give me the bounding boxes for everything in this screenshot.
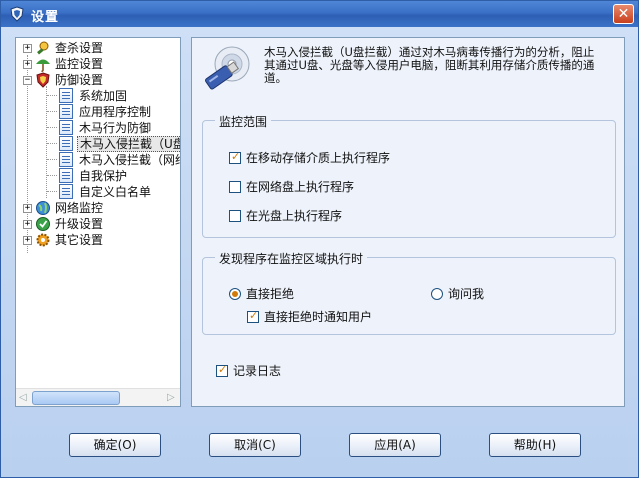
app-shield-icon — [10, 6, 24, 22]
group-title: 监控范围 — [215, 113, 272, 130]
settings-tree-panel: + 查杀设置 + 监控设置 − 防御设置 系统加固 应用程序控制 木马行为防御 … — [15, 37, 181, 407]
document-icon — [59, 104, 75, 120]
document-icon — [59, 152, 75, 168]
checkbox-checked[interactable] — [247, 309, 259, 323]
group-title: 发现程序在监控区域执行时 — [215, 250, 368, 267]
document-icon — [59, 168, 75, 184]
settings-window: 设置 ✕ + 查杀设置 + 监控设置 − 防御设置 系统加固 应用程序控制 木马… — [0, 0, 639, 478]
title-bar[interactable]: 设置 ✕ — [1, 1, 638, 27]
document-icon — [59, 136, 75, 152]
monitor-scope-group: 监控范围 在移动存储介质上执行程序 在网络盘上执行程序 在光盘上执行程序 — [202, 113, 616, 238]
tree-node-label: 查杀设置 — [55, 41, 104, 55]
tree-item-label: 木马入侵拦截（网络 — [79, 153, 180, 167]
tree-node-label: 其它设置 — [55, 233, 104, 247]
tree-item-label: 应用程序控制 — [79, 105, 152, 119]
tree-item-label: 系统加固 — [79, 89, 128, 103]
document-icon — [59, 120, 75, 136]
network-globe-icon — [36, 201, 50, 215]
search-virus-icon — [37, 41, 49, 55]
document-icon — [59, 184, 75, 200]
checkbox-label: 直接拒绝时通知用户 — [264, 310, 373, 324]
monitor-umbrella-icon — [36, 59, 50, 72]
settings-content-panel: 木马入侵拦截（U盘拦截）通过对木马病毒传播行为的分析，阻止其通过U盘、光盘等入侵… — [191, 37, 625, 407]
document-icon — [59, 88, 75, 104]
feature-description: 木马入侵拦截（U盘拦截）通过对木马病毒传播行为的分析，阻止其通过U盘、光盘等入侵… — [264, 45, 595, 85]
tree-item-label: 木马入侵拦截（U盘 — [77, 136, 180, 152]
checkbox-label: 记录日志 — [233, 364, 282, 378]
gear-icon — [36, 233, 50, 247]
on-detect-action-group: 发现程序在监控区域执行时 直接拒绝 询问我 直接拒绝时通知用户 — [202, 250, 616, 335]
scroll-right-icon[interactable]: ▷ — [167, 392, 177, 404]
radio-unselected[interactable] — [431, 288, 443, 300]
tree-item-label: 自定义白名单 — [79, 185, 152, 199]
expand-icon[interactable]: + — [23, 204, 32, 213]
close-button[interactable]: ✕ — [613, 4, 634, 24]
expand-icon[interactable]: + — [23, 236, 32, 245]
scroll-left-icon[interactable]: ◁ — [19, 392, 29, 404]
scrollbar-thumb[interactable] — [32, 391, 120, 405]
window-title: 设置 — [31, 10, 60, 25]
checkbox-unchecked[interactable] — [229, 210, 241, 222]
radio-label: 询问我 — [448, 287, 485, 301]
checkbox-checked[interactable] — [229, 150, 241, 164]
help-button[interactable]: 帮助(H) — [489, 433, 581, 457]
radio-label: 直接拒绝 — [246, 287, 295, 301]
checkbox-checked[interactable] — [216, 363, 228, 377]
shield-icon — [36, 72, 50, 88]
tree-node-label: 监控设置 — [55, 57, 104, 71]
expand-icon[interactable]: + — [23, 44, 32, 53]
tree-item-label: 木马行为防御 — [79, 121, 152, 135]
tree-node-label: 网络监控 — [55, 201, 104, 215]
checkbox-label: 在移动存储介质上执行程序 — [246, 151, 391, 165]
tree-item-label: 自我保护 — [79, 169, 128, 183]
tree-horizontal-scrollbar[interactable]: ◁ ▷ — [16, 388, 180, 406]
apply-button[interactable]: 应用(A) — [349, 433, 441, 457]
settings-tree: + 查杀设置 + 监控设置 − 防御设置 系统加固 应用程序控制 木马行为防御 … — [16, 38, 180, 388]
tree-node-label: 防御设置 — [55, 73, 104, 87]
usb-cd-icon — [205, 46, 250, 90]
checkbox-label: 在网络盘上执行程序 — [246, 180, 355, 194]
upgrade-icon — [36, 217, 50, 231]
expand-icon[interactable]: + — [23, 60, 32, 69]
expand-icon[interactable]: + — [23, 220, 32, 229]
radio-selected[interactable] — [229, 288, 241, 300]
checkbox-label: 在光盘上执行程序 — [246, 209, 343, 223]
cancel-button[interactable]: 取消(C) — [209, 433, 301, 457]
close-icon: ✕ — [617, 6, 630, 22]
tree-node-label: 升级设置 — [55, 217, 104, 231]
checkbox-unchecked[interactable] — [229, 181, 241, 193]
collapse-icon[interactable]: − — [23, 76, 32, 85]
ok-button[interactable]: 确定(O) — [69, 433, 161, 457]
